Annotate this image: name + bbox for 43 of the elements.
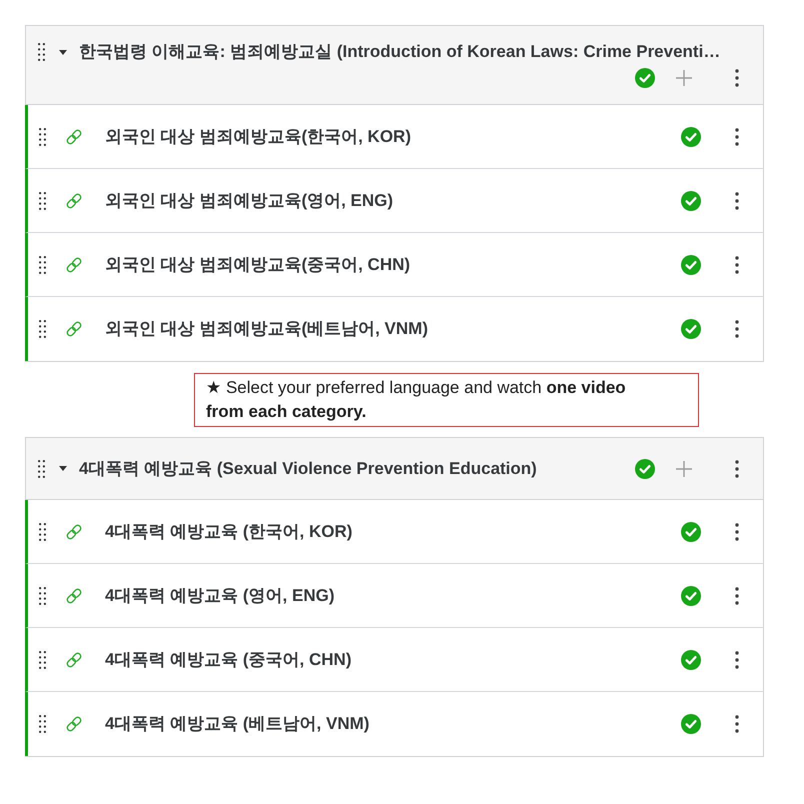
kebab-menu-icon[interactable] [735,192,739,210]
link-icon [65,522,83,540]
kebab-menu-icon[interactable] [735,522,739,540]
instruction-note: ★ Select your preferred language and watch one video from each category. [194,373,699,427]
kebab-menu-icon[interactable] [735,460,739,478]
drag-handle-icon[interactable] [39,128,46,146]
plus-icon[interactable] [676,460,692,476]
activity-link[interactable]: 4대폭력 예방교육 (중국어, CHN) [105,648,352,672]
activity-link[interactable]: 외국인 대상 범죄예방교육(베트남어, VNM) [105,317,428,341]
link-icon [65,586,83,604]
drag-handle-icon[interactable] [39,586,46,604]
activity-link[interactable]: 외국인 대상 범죄예방교육(중국어, CHN) [105,252,410,276]
kebab-menu-icon[interactable] [735,256,739,274]
drag-handle-icon[interactable] [39,256,46,274]
link-icon [65,320,83,338]
kebab-menu-icon[interactable] [735,586,739,604]
caret-icon[interactable] [59,466,67,471]
activity-link[interactable]: 4대폭력 예방교육 (베트남어, VNM) [105,712,370,736]
activity-link[interactable]: 외국인 대상 범죄예방교육(한국어, KOR) [105,124,411,148]
activity-link[interactable]: 4대폭력 예방교육 (한국어, KOR) [105,520,352,544]
link-icon [65,192,83,210]
kebab-menu-icon[interactable] [735,128,739,146]
caret-icon[interactable] [59,50,67,54]
kebab-menu-icon[interactable] [735,69,739,87]
kebab-menu-icon[interactable] [735,650,739,668]
drag-handle-icon[interactable] [39,522,46,540]
plus-icon[interactable] [676,70,692,86]
link-icon [65,715,83,733]
drag-handle-icon[interactable] [39,320,46,338]
activity-link[interactable]: 외국인 대상 범죄예방교육(영어, ENG) [105,188,394,212]
kebab-menu-icon[interactable] [735,715,739,733]
drag-handle-icon[interactable] [38,43,45,61]
drag-handle-icon[interactable] [38,460,45,478]
link-icon [65,650,83,668]
section-title[interactable]: 한국법령 이해교육: 범죄예방교실 (Introduction of Korean Laws: Crime Preventi… [79,40,720,64]
drag-handle-icon[interactable] [39,715,46,733]
drag-handle-icon[interactable] [39,192,46,210]
link-icon [65,256,83,274]
drag-handle-icon[interactable] [39,650,46,668]
kebab-menu-icon[interactable] [735,320,739,338]
link-icon [65,128,83,146]
activity-link[interactable]: 4대폭력 예방교육 (영어, ENG) [105,584,335,608]
section-title[interactable]: 4대폭력 예방교육 (Sexual Violence Prevention Education) [79,456,537,480]
